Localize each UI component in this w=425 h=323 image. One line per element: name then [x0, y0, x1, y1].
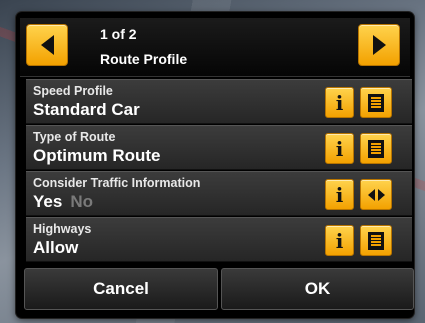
previous-page-button[interactable]: [26, 24, 68, 66]
list-icon: [368, 231, 384, 250]
setting-row-traffic-info[interactable]: Consider Traffic Information Yes No i: [26, 171, 412, 216]
info-icon: i: [335, 90, 344, 115]
option-yes: Yes: [33, 192, 63, 211]
setting-label: Speed Profile: [33, 84, 113, 98]
setting-value: Allow: [33, 238, 79, 257]
setting-label: Consider Traffic Information: [33, 176, 201, 190]
page-indicator: 1 of 2: [100, 26, 137, 42]
arrow-right-icon: [372, 35, 386, 55]
next-page-button[interactable]: [358, 24, 400, 66]
ok-button[interactable]: OK: [221, 268, 414, 310]
setting-label: Type of Route: [33, 130, 116, 144]
setting-row-speed-profile[interactable]: Speed Profile Standard Car i: [26, 79, 412, 124]
cancel-button[interactable]: Cancel: [24, 268, 218, 310]
list-options-button[interactable]: [360, 225, 392, 256]
info-icon: i: [335, 182, 344, 207]
info-button[interactable]: i: [325, 133, 354, 164]
info-icon: i: [335, 228, 344, 253]
setting-row-highways[interactable]: Highways Allow i: [26, 217, 412, 262]
dialog-title: Route Profile: [100, 51, 188, 67]
list-options-button[interactable]: [360, 87, 392, 118]
setting-value-toggle: Yes No: [33, 192, 93, 212]
info-button[interactable]: i: [325, 87, 354, 118]
toggle-left-right-icon: [367, 188, 385, 201]
toggle-button[interactable]: [360, 179, 392, 210]
list-icon: [368, 139, 384, 158]
setting-value: Optimum Route: [33, 146, 161, 165]
info-button[interactable]: i: [325, 179, 354, 210]
arrow-left-icon: [40, 35, 54, 55]
option-no: No: [70, 192, 93, 211]
setting-label: Highways: [33, 222, 92, 236]
list-options-button[interactable]: [360, 133, 392, 164]
info-icon: i: [335, 136, 344, 161]
setting-row-type-of-route[interactable]: Type of Route Optimum Route i: [26, 125, 412, 170]
list-icon: [368, 93, 384, 112]
dialog-header: 1 of 2 Route Profile: [20, 18, 410, 77]
info-button[interactable]: i: [325, 225, 354, 256]
setting-value: Standard Car: [33, 100, 140, 119]
